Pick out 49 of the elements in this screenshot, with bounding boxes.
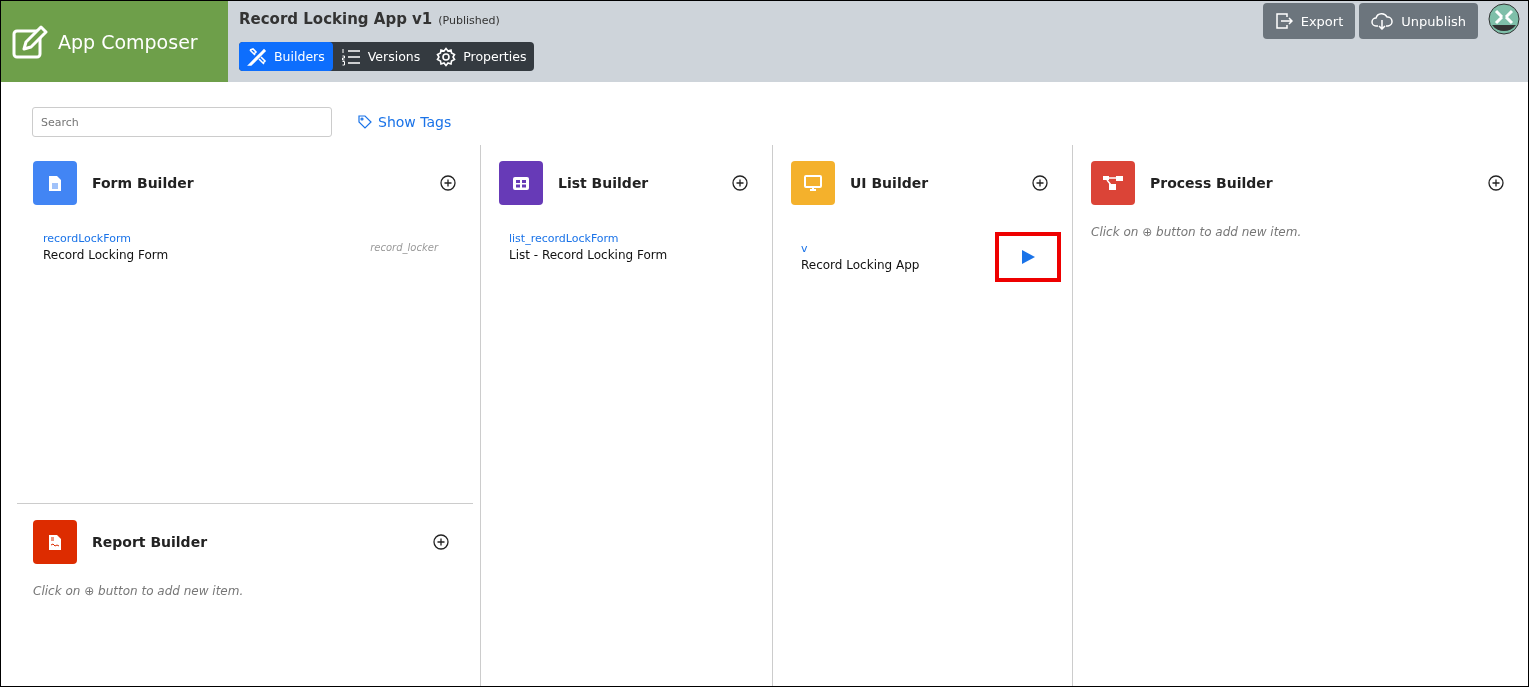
builder-title: Form Builder bbox=[92, 175, 195, 191]
plus-icon bbox=[440, 175, 456, 191]
builder-title: UI Builder bbox=[850, 175, 930, 191]
add-item-button[interactable] bbox=[732, 175, 748, 191]
add-item-button[interactable] bbox=[433, 534, 449, 550]
edit-icon bbox=[12, 24, 48, 59]
unpublish-button[interactable]: Unpublish bbox=[1359, 3, 1478, 39]
flowchart-icon bbox=[1103, 175, 1123, 191]
search-field[interactable]: Search bbox=[32, 107, 332, 137]
item-name: Record Locking App bbox=[801, 258, 921, 272]
item-tag: record_locker bbox=[370, 241, 456, 253]
app-title: App Composer bbox=[58, 30, 198, 53]
app-name: Record Locking App v1 bbox=[239, 10, 433, 28]
item-id-link[interactable]: recordLockForm bbox=[43, 232, 371, 245]
plus-icon bbox=[1032, 175, 1048, 191]
export-button[interactable]: Export bbox=[1262, 3, 1356, 39]
plus-icon bbox=[732, 175, 748, 191]
item-id-link[interactable]: list_recordLockForm bbox=[509, 232, 748, 245]
tab[interactable]: Builders bbox=[239, 42, 333, 71]
tag-icon bbox=[358, 115, 372, 129]
tab[interactable]: Properties bbox=[428, 42, 535, 71]
monitor-icon bbox=[804, 175, 822, 191]
tab[interactable]: Versions bbox=[332, 42, 429, 71]
plus-icon bbox=[433, 534, 449, 550]
numbered-list-icon bbox=[340, 46, 361, 67]
empty-hint: Click on ⊕ button to add new item. bbox=[33, 584, 245, 598]
tools-icon bbox=[247, 46, 267, 67]
report-icon bbox=[49, 534, 61, 550]
builder-title: Process Builder bbox=[1150, 175, 1274, 191]
plus-icon bbox=[1488, 175, 1504, 191]
publish-status: (Published) bbox=[438, 14, 500, 27]
item-name: List - Record Locking Form bbox=[509, 248, 669, 262]
item-name: Record Locking Form bbox=[43, 248, 170, 262]
add-item-button[interactable] bbox=[1032, 175, 1048, 191]
play-button[interactable] bbox=[995, 232, 1061, 282]
user-avatar[interactable] bbox=[1488, 3, 1520, 35]
empty-hint: Click on ⊕ button to add new item. bbox=[1091, 225, 1303, 239]
show-tags-link[interactable]: Show Tags bbox=[358, 114, 452, 130]
document-icon bbox=[49, 175, 61, 191]
export-icon bbox=[1274, 12, 1293, 30]
table-icon bbox=[513, 176, 529, 190]
cloud-download-icon bbox=[1371, 12, 1394, 30]
settings-icon bbox=[436, 46, 457, 67]
play-icon bbox=[1020, 249, 1036, 265]
add-item-button[interactable] bbox=[440, 175, 456, 191]
builder-title: Report Builder bbox=[92, 534, 209, 550]
item-id-link[interactable]: v bbox=[801, 242, 995, 255]
add-item-button[interactable] bbox=[1488, 175, 1504, 191]
builder-title: List Builder bbox=[558, 175, 650, 191]
